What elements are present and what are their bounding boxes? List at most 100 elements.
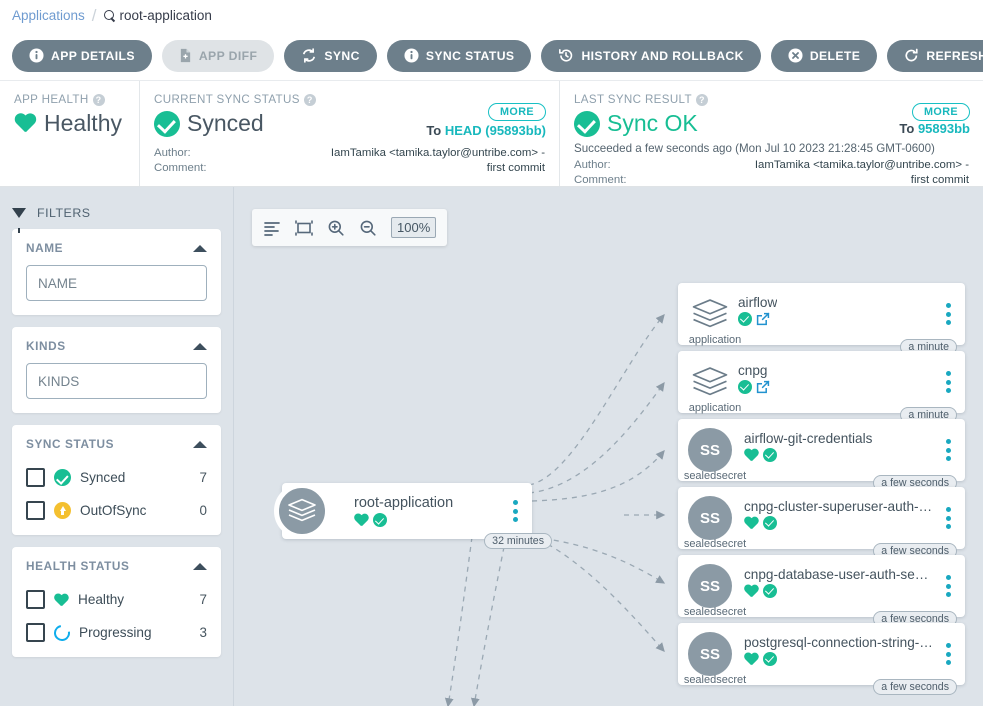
app-health-value: Healthy	[44, 110, 122, 136]
app-diff-button[interactable]: APP DIFF	[161, 39, 275, 72]
synced-label: Synced	[80, 470, 126, 485]
delete-button[interactable]: DELETE	[770, 39, 878, 72]
filter-row-progressing[interactable]: Progressing 3	[26, 616, 207, 649]
last-sync-revision: To 95893bb	[899, 121, 970, 136]
help-icon[interactable]: ?	[303, 93, 316, 106]
last-sync-more-button[interactable]: MORE	[912, 103, 970, 121]
filter-sync-status-title: SYNC STATUS	[26, 437, 115, 451]
filter-row-healthy[interactable]: Healthy 7	[26, 583, 207, 616]
resource-tree-canvas[interactable]: 100% root-application 32 minutes applica…	[234, 187, 983, 706]
collapse-toggle-icon[interactable]	[193, 562, 207, 570]
help-icon[interactable]: ?	[92, 93, 105, 106]
collapse-toggle-icon[interactable]	[193, 342, 207, 350]
synced-checkbox[interactable]	[26, 468, 45, 487]
healthy-label: Healthy	[78, 592, 125, 607]
current-sync-author-value: IamTamika <tamika.taylor@untribe.com> -	[330, 147, 545, 159]
check-circle-icon	[373, 513, 387, 527]
healthy-checkbox[interactable]	[26, 590, 45, 609]
info-icon	[404, 48, 419, 63]
last-sync-to-prefix: To	[899, 121, 915, 136]
node-badges	[738, 311, 777, 326]
last-sync-title-label: LAST SYNC RESULT	[574, 93, 692, 106]
breadcrumb-applications-link[interactable]: Applications	[12, 8, 85, 23]
zoom-in-icon[interactable]	[327, 219, 345, 237]
collapse-toggle-icon[interactable]	[193, 440, 207, 448]
filters-sidebar: FILTERS NAME KINDS SYNC STATUS	[0, 187, 234, 706]
refresh-icon	[904, 48, 919, 63]
current-sync-comment-value: first commit	[486, 162, 545, 174]
sealedsecret-avatar: SS	[688, 564, 732, 608]
name-filter-input[interactable]	[26, 265, 207, 301]
heart-icon	[744, 449, 759, 463]
app-diff-label: APP DIFF	[198, 48, 258, 63]
node-menu-button[interactable]	[946, 575, 951, 597]
node-menu-button[interactable]	[946, 439, 951, 461]
sync-icon	[301, 48, 317, 63]
check-circle-icon	[574, 110, 600, 137]
progressing-checkbox[interactable]	[26, 623, 45, 642]
graph-node-postgresql-connection-string[interactable]: SS sealedsecret postgresql-connection-st…	[678, 623, 965, 695]
kinds-filter-input[interactable]	[26, 363, 207, 399]
funnel-icon	[12, 208, 26, 233]
search-icon	[103, 9, 116, 22]
sealedsecret-avatar: SS	[688, 496, 732, 540]
sync-button[interactable]: SYNC	[284, 39, 377, 72]
external-link-icon[interactable]	[756, 312, 770, 326]
node-name: postgresql-connection-string-…	[744, 634, 933, 650]
help-icon[interactable]: ?	[695, 93, 708, 106]
node-menu-button[interactable]	[946, 643, 951, 665]
outofsync-checkbox[interactable]	[26, 501, 45, 520]
filter-card-kinds: KINDS	[12, 327, 221, 413]
current-sync-more-button[interactable]: MORE	[488, 103, 546, 121]
action-toolbar: APP DETAILS APP DIFF SYNC SYNC STATUS HI	[0, 31, 983, 81]
zoom-out-icon[interactable]	[359, 219, 377, 237]
collapse-toggle-icon[interactable]	[193, 244, 207, 252]
layers-icon	[688, 292, 732, 336]
last-sync-revision-link[interactable]: 95893bb	[918, 121, 970, 136]
node-kind: sealedsecret	[683, 674, 747, 686]
fit-to-screen-icon[interactable]	[295, 219, 313, 237]
check-circle-icon	[763, 583, 777, 598]
graph-node-root-application[interactable]: root-application 32 minutes	[274, 483, 552, 549]
graph-node-cnpg-cluster-superuser-auth[interactable]: SS sealedsecret cnpg-cluster-superuser-a…	[678, 487, 965, 559]
node-menu-button[interactable]	[946, 507, 951, 529]
graph-node-cnpg-database-user-auth-secret[interactable]: SS sealedsecret cnpg-database-user-auth-…	[678, 555, 965, 627]
progressing-label: Progressing	[79, 625, 152, 640]
sync-status-label: SYNC STATUS	[425, 48, 515, 63]
filter-kinds-title: KINDS	[26, 339, 66, 353]
history-and-rollback-button[interactable]: HISTORY AND ROLLBACK	[541, 39, 761, 72]
body: FILTERS NAME KINDS SYNC STATUS	[0, 187, 983, 706]
sync-status-button[interactable]: SYNC STATUS	[386, 39, 532, 72]
outofsync-label: OutOfSync	[80, 503, 147, 518]
check-circle-icon	[738, 379, 752, 394]
graph-node-cnpg[interactable]: application cnpg a minute	[678, 351, 965, 423]
node-menu-button[interactable]	[946, 371, 951, 393]
filter-card-health-status: HEALTH STATUS Healthy 7 Progressing 3	[12, 547, 221, 657]
refresh-button[interactable]: REFRESH	[887, 39, 983, 72]
check-circle-icon	[763, 651, 777, 666]
external-link-icon[interactable]	[756, 380, 770, 394]
align-left-icon[interactable]	[263, 219, 281, 237]
app-health-title-label: APP HEALTH	[14, 93, 89, 106]
graph-node-airflow[interactable]: application airflow a minute	[678, 283, 965, 355]
graph-node-airflow-git-credentials[interactable]: SS sealedsecret airflow-git-credentials …	[678, 419, 965, 491]
check-circle-icon	[763, 447, 777, 462]
filter-row-synced[interactable]: Synced 7	[26, 461, 207, 494]
current-sync-revision-link[interactable]: HEAD (95893bb)	[445, 123, 546, 138]
filter-kinds-header: KINDS	[26, 339, 207, 353]
app-root: Applications / root-application APP DETA…	[0, 0, 983, 720]
node-menu-button[interactable]	[513, 500, 518, 522]
info-icon	[29, 48, 44, 63]
last-sync-meta-labels: Author: Comment:	[574, 158, 627, 188]
filter-sync-status-header: SYNC STATUS	[26, 437, 207, 451]
zoom-level-label[interactable]: 100%	[391, 217, 437, 238]
last-sync-comment-value: first commit	[910, 174, 969, 186]
delete-circle-icon	[788, 48, 803, 63]
node-name: cnpg	[738, 362, 768, 378]
app-details-button[interactable]: APP DETAILS	[12, 39, 152, 72]
node-menu-button[interactable]	[946, 303, 951, 325]
healthy-count: 7	[199, 592, 207, 607]
node-kind: application	[688, 334, 742, 346]
filter-row-outofsync[interactable]: OutOfSync 0	[26, 494, 207, 527]
app-health-title: APP HEALTH ?	[14, 93, 125, 106]
